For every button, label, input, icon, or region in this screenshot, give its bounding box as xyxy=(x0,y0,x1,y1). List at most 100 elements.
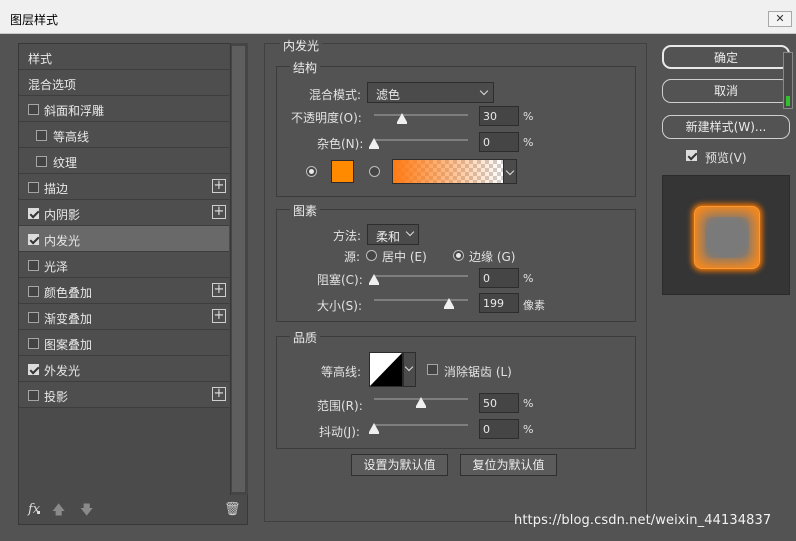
opacity-input[interactable]: 30 xyxy=(479,106,519,126)
move-up-icon[interactable]: 🡅 xyxy=(52,501,65,523)
jitter-label: 抖动(J): xyxy=(319,425,360,439)
title-bar xyxy=(0,0,796,34)
style-list-label: 外发光 xyxy=(44,364,81,378)
add-effect-icon[interactable]: + xyxy=(212,179,226,193)
opacity-label: 不透明度(O): xyxy=(291,111,362,125)
choke-slider-thumb[interactable] xyxy=(369,274,379,285)
style-checkbox[interactable] xyxy=(28,182,39,193)
style-list-item[interactable]: 纹理 xyxy=(19,148,229,174)
scrollbar-indicator xyxy=(786,96,790,106)
style-list-label: 样式 xyxy=(28,52,53,66)
style-list-label: 渐变叠加 xyxy=(44,312,93,326)
preview-checkbox[interactable] xyxy=(686,150,697,161)
choke-slider-track[interactable] xyxy=(374,275,468,277)
close-button[interactable]: ✕ xyxy=(768,11,792,27)
source-center-radio[interactable] xyxy=(366,250,377,261)
source-edge-radio[interactable] xyxy=(453,250,464,261)
style-list-label: 图案叠加 xyxy=(44,338,93,352)
range-slider-thumb[interactable] xyxy=(416,397,426,408)
style-checkbox[interactable] xyxy=(28,390,39,401)
style-checkbox[interactable] xyxy=(28,312,39,323)
gradient-radio[interactable] xyxy=(369,166,380,177)
jitter-slider-thumb[interactable] xyxy=(369,423,379,434)
style-list-label: 纹理 xyxy=(53,156,78,170)
style-list-scroll-thumb[interactable] xyxy=(232,46,245,492)
jitter-input[interactable]: 0 xyxy=(479,419,519,439)
range-input[interactable]: 50 xyxy=(479,393,519,413)
style-checkbox[interactable] xyxy=(28,104,39,115)
add-effect-icon[interactable]: + xyxy=(212,387,226,401)
style-checkbox[interactable] xyxy=(28,234,39,245)
preview-shape-center xyxy=(705,217,749,258)
style-checkbox[interactable] xyxy=(28,260,39,271)
noise-slider-thumb[interactable] xyxy=(369,138,379,149)
size-slider-thumb[interactable] xyxy=(444,298,455,309)
jitter-slider-track[interactable] xyxy=(374,424,468,426)
range-label: 范围(R): xyxy=(317,399,363,413)
style-list-label: 内发光 xyxy=(44,234,81,248)
style-list-item[interactable]: 斜面和浮雕 xyxy=(19,96,229,122)
method-label: 方法: xyxy=(333,229,362,243)
make-default-button[interactable]: 设置为默认值 xyxy=(351,454,448,476)
style-list-item[interactable]: 投影 + xyxy=(19,382,229,408)
noise-input[interactable]: 0 xyxy=(479,132,519,152)
style-list-label: 斜面和浮雕 xyxy=(44,104,105,118)
quality-title: 品质 xyxy=(290,329,321,346)
contour-picker[interactable] xyxy=(369,352,403,387)
method-value: 柔和 xyxy=(376,230,401,244)
add-effect-icon[interactable]: + xyxy=(212,205,226,219)
glow-color-swatch[interactable] xyxy=(331,160,354,183)
style-list-item[interactable]: 样式 xyxy=(19,44,229,70)
noise-unit: % xyxy=(523,136,534,149)
add-effect-icon[interactable]: + xyxy=(212,309,226,323)
blend-mode-value: 滤色 xyxy=(376,88,401,102)
move-down-icon[interactable]: 🡇 xyxy=(80,501,93,523)
style-list-item[interactable]: 混合选项 xyxy=(19,70,229,96)
style-checkbox[interactable] xyxy=(28,364,39,375)
size-input[interactable]: 199 xyxy=(479,293,519,313)
gradient-preview xyxy=(393,160,503,183)
style-list-item[interactable]: 描边 + xyxy=(19,174,229,200)
blend-mode-select[interactable]: 滤色 xyxy=(367,82,494,103)
style-list-item[interactable]: 渐变叠加 + xyxy=(19,304,229,330)
style-list-item[interactable]: 内发光 xyxy=(19,226,229,252)
gradient-picker[interactable] xyxy=(392,159,504,184)
style-list-item[interactable]: 颜色叠加 + xyxy=(19,278,229,304)
choke-label: 阻塞(C): xyxy=(317,273,363,287)
style-checkbox[interactable] xyxy=(28,208,39,219)
style-list-item[interactable]: 等高线 xyxy=(19,122,229,148)
source-center-label: 居中 (E) xyxy=(382,250,427,264)
style-checkbox[interactable] xyxy=(36,156,47,167)
style-checkbox[interactable] xyxy=(28,286,39,297)
source-edge-label: 边缘 (G) xyxy=(469,250,516,264)
preview-label: 预览(V) xyxy=(705,151,747,165)
noise-slider-track[interactable] xyxy=(374,139,468,141)
add-effect-icon[interactable]: + xyxy=(212,283,226,297)
reset-default-button[interactable]: 复位为默认值 xyxy=(460,454,557,476)
style-list-item[interactable]: 内阴影 + xyxy=(19,200,229,226)
opacity-unit: % xyxy=(523,110,534,123)
anti-alias-checkbox[interactable] xyxy=(427,364,438,375)
opacity-slider-track[interactable] xyxy=(374,114,468,116)
style-checkbox[interactable] xyxy=(28,338,39,349)
fx-menu-indicator xyxy=(37,511,40,514)
source-label: 源: xyxy=(344,250,361,264)
trash-icon[interactable]: 🗑 xyxy=(224,502,241,517)
panel-title: 内发光 xyxy=(280,37,323,54)
fx-icon[interactable]: fx xyxy=(28,502,40,517)
style-list-item[interactable]: 光泽 xyxy=(19,252,229,278)
new-style-button[interactable]: 新建样式(W)... xyxy=(662,115,790,139)
opacity-slider-thumb[interactable] xyxy=(397,113,408,124)
style-checkbox[interactable] xyxy=(36,130,47,141)
style-list-item[interactable]: 外发光 xyxy=(19,356,229,382)
solid-color-radio[interactable] xyxy=(306,166,317,177)
ok-button[interactable]: 确定 xyxy=(662,45,790,69)
elements-title: 图素 xyxy=(290,202,321,219)
style-list-label: 投影 xyxy=(44,390,69,404)
size-unit: 像素 xyxy=(523,299,545,312)
choke-input[interactable]: 0 xyxy=(479,268,519,288)
cancel-button[interactable]: 取消 xyxy=(662,79,790,103)
style-list-item[interactable]: 图案叠加 xyxy=(19,330,229,356)
contour-label: 等高线: xyxy=(321,365,362,379)
contour-curve-icon xyxy=(370,353,402,386)
